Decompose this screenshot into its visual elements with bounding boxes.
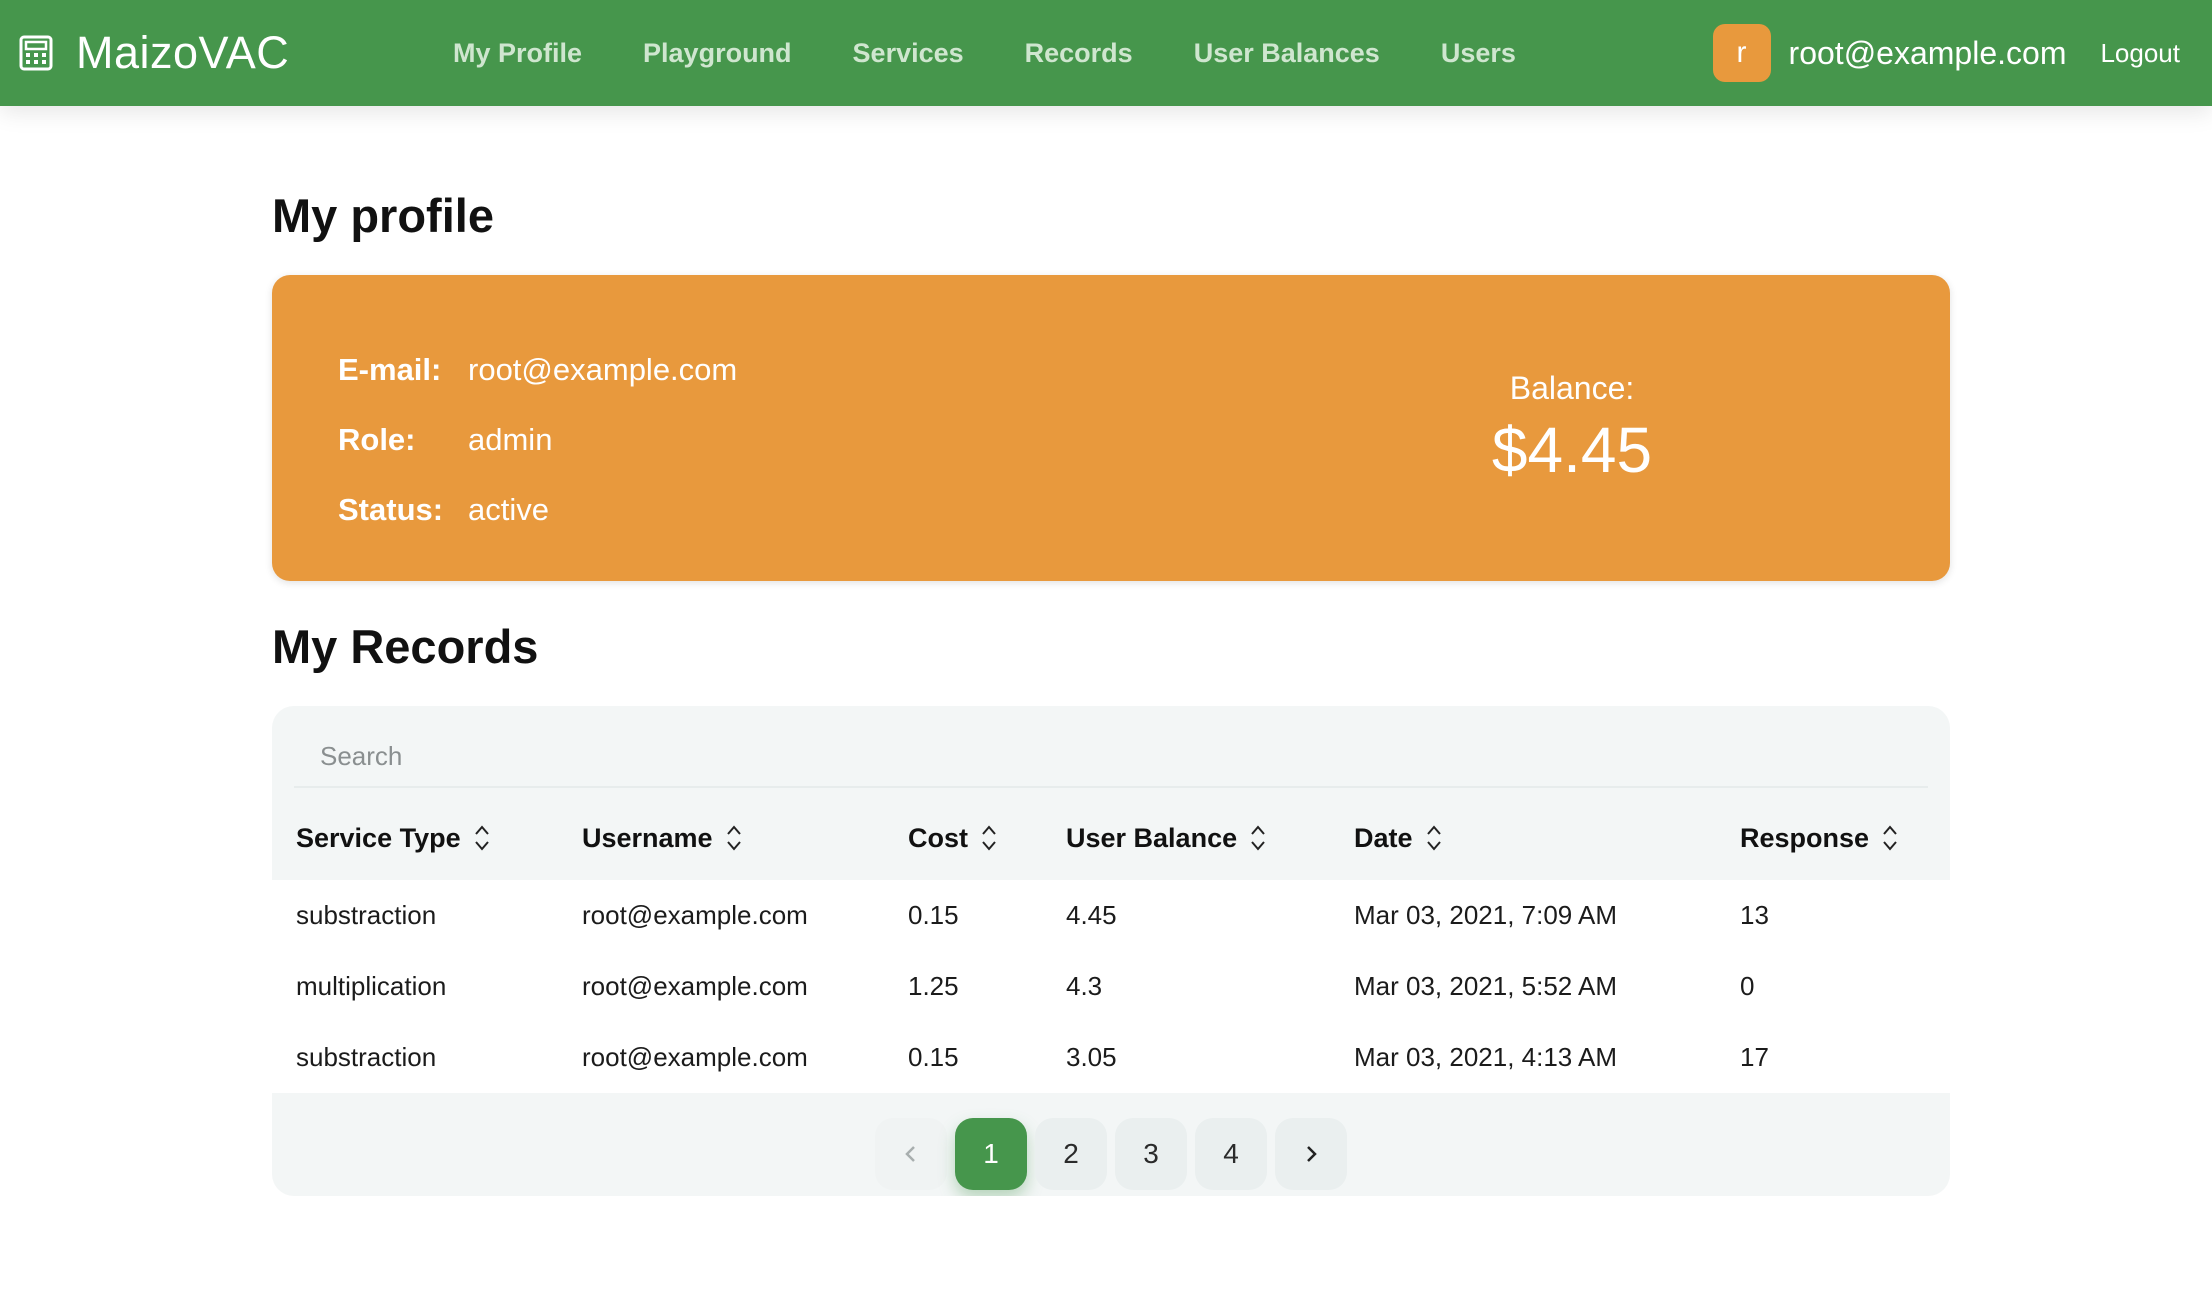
cell-user-balance: 3.05	[1066, 1042, 1117, 1072]
table-row[interactable]: substraction root@example.com 0.15 3.05 …	[272, 1022, 1950, 1093]
page-button-3[interactable]: 3	[1115, 1117, 1187, 1190]
user-menu: r root@example.com Logout	[1712, 0, 2180, 106]
cell-service-type: substraction	[296, 1042, 437, 1072]
sort-icon	[982, 825, 996, 851]
profile-card: E-mail: root@example.com Role: admin Sta…	[272, 275, 1950, 581]
search-input[interactable]	[294, 706, 1928, 786]
balance-label: Balance:	[1509, 370, 1635, 406]
sort-icon	[1426, 825, 1441, 851]
column-header-label: Cost	[908, 822, 968, 853]
column-header-date[interactable]: Date	[1354, 796, 1443, 880]
cell-service-type: multiplication	[296, 971, 447, 1001]
cell-response: 17	[1740, 1042, 1769, 1072]
column-header-label: Service Type	[296, 822, 461, 853]
nav-link-records[interactable]: Records	[1025, 38, 1133, 69]
column-header-label: Username	[582, 822, 713, 853]
role-value: admin	[468, 422, 553, 457]
nav-link-user-balances[interactable]: User Balances	[1194, 38, 1380, 69]
cell-username: root@example.com	[582, 1042, 808, 1072]
nav-link-services[interactable]: Services	[853, 38, 964, 69]
table-body: substraction root@example.com 0.15 4.45 …	[272, 880, 1950, 1093]
next-page-button[interactable]	[1275, 1117, 1347, 1190]
column-header-response[interactable]: Response	[1740, 796, 1899, 880]
records-title: My Records	[272, 620, 539, 673]
nav-link-playground[interactable]: Playground	[643, 38, 792, 69]
search-wrap	[294, 706, 1928, 788]
profile-fields: E-mail: root@example.com Role: admin Sta…	[338, 335, 737, 545]
pagination: 1 2 3 4	[272, 1111, 1950, 1196]
cell-date: Mar 03, 2021, 5:52 AM	[1354, 971, 1618, 1001]
status-value: active	[468, 492, 549, 527]
top-navbar: MaizoVAC My Profile Playground Services …	[0, 0, 2212, 106]
brand-name: MaizoVAC	[76, 27, 290, 78]
column-header-label: Response	[1740, 822, 1870, 853]
page-button-1[interactable]: 1	[955, 1117, 1027, 1190]
cell-cost: 0.15	[908, 900, 959, 930]
cell-date: Mar 03, 2021, 4:13 AM	[1354, 1042, 1618, 1072]
page-button-4[interactable]: 4	[1195, 1117, 1267, 1190]
cell-cost: 1.25	[908, 971, 959, 1001]
email-value: root@example.com	[468, 352, 738, 387]
cell-user-balance: 4.3	[1066, 971, 1103, 1001]
brand-link[interactable]: MaizoVAC	[18, 0, 289, 106]
avatar[interactable]: r	[1712, 24, 1771, 82]
sort-icon	[1251, 825, 1265, 851]
nav-user-email: root@example.com	[1788, 34, 2067, 71]
table-row[interactable]: substraction root@example.com 0.15 4.45 …	[272, 880, 1950, 951]
cell-username: root@example.com	[582, 900, 808, 930]
cell-username: root@example.com	[582, 971, 808, 1001]
calculator-icon	[19, 35, 53, 71]
prev-page-button[interactable]	[875, 1117, 947, 1190]
chevron-right-icon	[1307, 1145, 1317, 1162]
column-header-service-type[interactable]: Service Type	[296, 796, 491, 880]
profile-title: My profile	[272, 189, 494, 242]
table-header: Service Type Username Cost User Balance …	[272, 796, 1950, 880]
sort-icon	[474, 825, 489, 851]
cell-cost: 0.15	[908, 1042, 959, 1072]
status-row: Status: active	[338, 475, 737, 545]
role-row: Role: admin	[338, 405, 737, 475]
logout-button[interactable]: Logout	[2100, 38, 2180, 69]
column-header-user-balance[interactable]: User Balance	[1066, 796, 1267, 880]
records-table-card: Service Type Username Cost User Balance …	[272, 706, 1950, 1196]
column-header-username[interactable]: Username	[582, 796, 743, 880]
nav-link-my-profile[interactable]: My Profile	[453, 38, 582, 69]
cell-response: 0	[1740, 971, 1755, 1001]
cell-response: 13	[1740, 900, 1769, 930]
chevron-left-icon	[905, 1145, 915, 1162]
sort-icon	[1883, 825, 1897, 851]
email-row: E-mail: root@example.com	[338, 335, 737, 405]
email-label: E-mail:	[338, 352, 442, 387]
cell-date: Mar 03, 2021, 7:09 AM	[1354, 900, 1618, 930]
balance-block: Balance: $4.45	[1412, 370, 1732, 487]
column-header-cost[interactable]: Cost	[908, 796, 998, 880]
status-label: Status:	[338, 492, 444, 527]
nav-links: My Profile Playground Services Records U…	[453, 0, 1577, 106]
nav-link-users[interactable]: Users	[1441, 38, 1516, 69]
balance-value: $4.45	[1491, 414, 1653, 486]
page-button-2[interactable]: 2	[1035, 1117, 1107, 1190]
column-header-label: User Balance	[1066, 822, 1238, 853]
table-row[interactable]: multiplication root@example.com 1.25 4.3…	[272, 951, 1950, 1022]
records-table: Service Type Username Cost User Balance …	[272, 796, 1950, 1093]
cell-user-balance: 4.45	[1066, 900, 1117, 930]
column-header-label: Date	[1354, 822, 1413, 853]
sort-icon	[726, 825, 741, 851]
cell-service-type: substraction	[296, 900, 437, 930]
role-label: Role:	[338, 422, 416, 457]
